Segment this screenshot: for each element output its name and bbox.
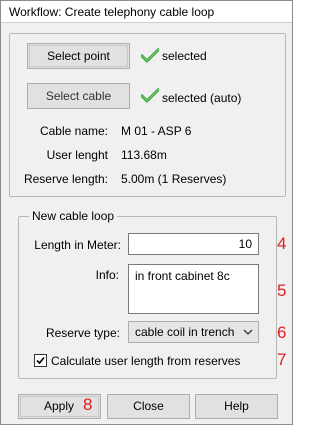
apply-label: Apply: [44, 399, 75, 413]
check-icon: [141, 88, 159, 103]
info-textarea[interactable]: in front cabinet 8c: [128, 264, 259, 314]
reserve-type-label: Reserve type:: [45, 326, 120, 340]
length-input[interactable]: 10: [128, 233, 259, 255]
select-cable-button[interactable]: Select cable: [27, 83, 130, 109]
dialog-window: Workflow: Create telephony cable loop Se…: [0, 0, 293, 425]
marker-8: 8: [83, 395, 93, 414]
help-button[interactable]: Help: [195, 394, 278, 419]
window-title: Workflow: Create telephony cable loop: [9, 5, 215, 19]
info-value: in front cabinet 8c: [135, 269, 230, 283]
apply-button[interactable]: Apply 8: [18, 394, 101, 419]
marker-6: 6: [277, 323, 287, 342]
select-point-status: selected: [162, 49, 207, 63]
reserve-type-value: cable coil in trench: [135, 325, 235, 339]
user-length-label: User lenght: [46, 148, 108, 162]
marker-4: 4: [277, 234, 287, 253]
calc-length-label[interactable]: Calculate user length from reserves: [51, 354, 240, 368]
checkmark-icon: [36, 356, 45, 365]
cable-name-value: M 01 - ASP 6: [121, 124, 192, 138]
calc-length-checkbox[interactable]: [34, 354, 47, 367]
length-label: Length in Meter:: [34, 238, 121, 252]
info-label: Info:: [95, 268, 119, 282]
chevron-down-icon: [243, 329, 253, 335]
select-point-button[interactable]: Select point: [27, 43, 130, 69]
length-value: 10: [238, 237, 252, 251]
marker-5: 5: [277, 281, 287, 300]
reserve-length-label: Reserve length:: [23, 172, 108, 186]
user-length-value: 113.68m: [121, 148, 167, 162]
check-icon: [141, 48, 159, 63]
title-bar: Workflow: Create telephony cable loop: [1, 1, 292, 23]
close-button[interactable]: Close: [107, 394, 190, 419]
cable-name-label: Cable name:: [39, 124, 108, 138]
group-legend: New cable loop: [29, 209, 118, 223]
reserve-type-select[interactable]: cable coil in trench: [128, 321, 259, 343]
reserve-length-value: 5.00m (1 Reserves): [121, 172, 227, 186]
marker-7: 7: [277, 350, 287, 369]
select-cable-status: selected (auto): [162, 91, 242, 105]
